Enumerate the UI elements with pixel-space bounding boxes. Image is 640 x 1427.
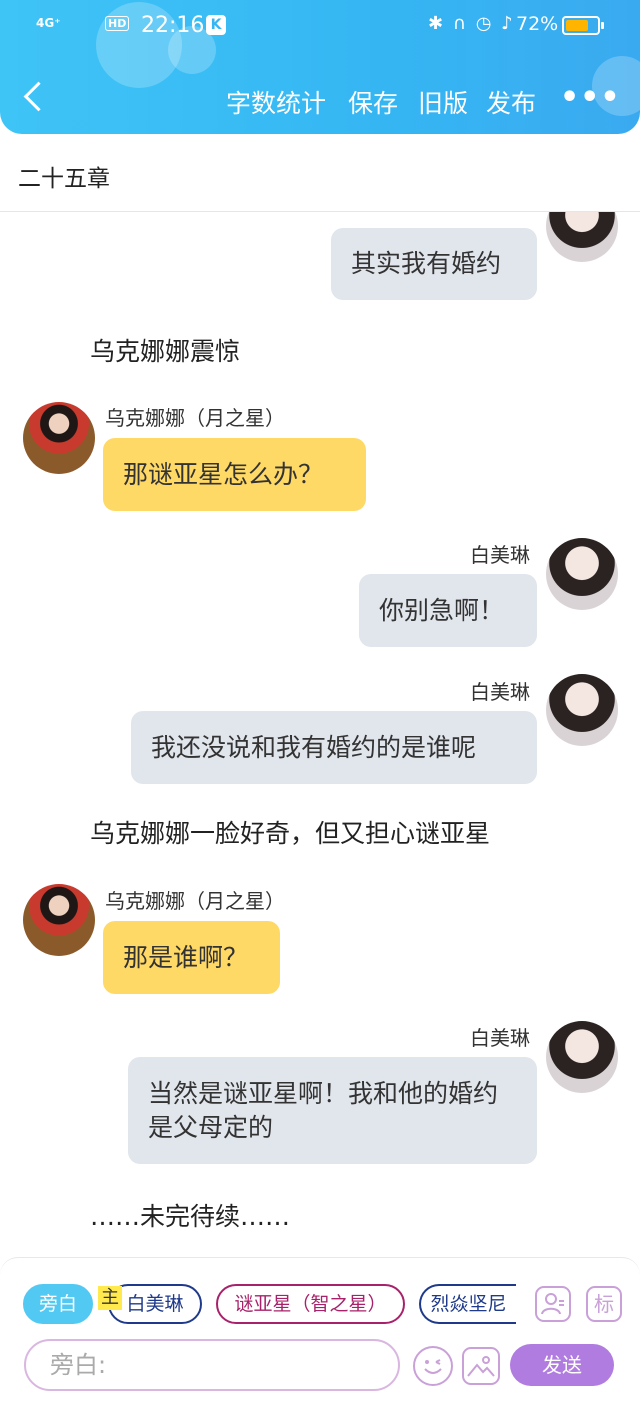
character-manage-icon[interactable] bbox=[535, 1286, 571, 1322]
message-bubble[interactable]: 你别急啊！ bbox=[359, 574, 537, 647]
message-bubble[interactable]: 当然是谜亚星啊！我和他的婚约是父母定的 bbox=[128, 1057, 537, 1164]
k-app-icon: K bbox=[206, 15, 226, 35]
narration-text[interactable]: 乌克娜娜一脸好奇，但又担心谜亚星 bbox=[90, 814, 490, 850]
avatar[interactable] bbox=[23, 402, 95, 474]
chapter-title[interactable]: 二十五章 bbox=[18, 159, 110, 193]
speaker-name: 乌克娜娜（月之星） bbox=[105, 889, 285, 913]
save-button[interactable]: 保存 bbox=[348, 84, 398, 120]
back-arrow-icon[interactable] bbox=[18, 78, 52, 118]
image-icon[interactable] bbox=[462, 1347, 500, 1385]
role-chip-lie-yan[interactable]: 烈焱坚尼 bbox=[419, 1284, 516, 1324]
status-icons: ✱ ∩ ◷ ♪ bbox=[428, 13, 515, 34]
message-bubble[interactable]: 其实我有婚约 bbox=[331, 228, 537, 300]
chat-area[interactable]: 其实我有婚约 乌克娜娜震惊 乌克娜娜（月之星） 那谜亚星怎么办？ 白美琳 你别急… bbox=[0, 212, 640, 1257]
avatar[interactable] bbox=[546, 538, 618, 610]
battery-percent: 72% bbox=[516, 13, 559, 35]
user-icon bbox=[541, 1293, 564, 1315]
tag-button[interactable]: 标 bbox=[586, 1286, 622, 1322]
narration-text[interactable]: ……未完待续…… bbox=[90, 1197, 290, 1233]
speaker-name: 白美琳 bbox=[470, 680, 530, 704]
signal-icon: 4G⁺ bbox=[36, 16, 61, 30]
speaker-name: 乌克娜娜（月之星） bbox=[105, 406, 285, 430]
speaker-name: 白美琳 bbox=[470, 543, 530, 567]
battery-nub bbox=[601, 22, 604, 29]
hd-icon: HD bbox=[105, 16, 130, 31]
emoji-icon[interactable] bbox=[413, 1346, 453, 1386]
avatar[interactable] bbox=[23, 884, 95, 956]
smile-icon bbox=[424, 1359, 442, 1374]
more-options-icon[interactable]: ••• bbox=[560, 83, 620, 114]
avatar[interactable] bbox=[546, 212, 618, 262]
message-bubble[interactable]: 那是谁啊？ bbox=[103, 921, 280, 994]
battery-icon bbox=[562, 16, 604, 35]
battery-fill bbox=[566, 20, 588, 31]
word-count-button[interactable]: 字数统计 bbox=[226, 84, 326, 120]
role-chip-bai-meilin[interactable]: 白美琳 bbox=[108, 1284, 202, 1324]
send-button[interactable]: 发送 bbox=[510, 1344, 614, 1386]
publish-button[interactable]: 发布 bbox=[486, 84, 536, 120]
message-bubble[interactable]: 我还没说和我有婚约的是谁呢 bbox=[131, 711, 537, 784]
clock: 22:16 bbox=[141, 13, 205, 38]
message-input[interactable]: 旁白: bbox=[24, 1339, 400, 1391]
avatar[interactable] bbox=[546, 1021, 618, 1093]
role-chip-mi-yaxing[interactable]: 谜亚星（智之星） bbox=[216, 1284, 405, 1324]
status-bar: 4G⁺ HD 22:16 K ✱ ∩ ◷ ♪ 72% bbox=[0, 10, 640, 42]
old-version-button[interactable]: 旧版 bbox=[418, 84, 468, 120]
chapter-bar: 二十五章 bbox=[0, 134, 640, 212]
role-chip-narrator[interactable]: 旁白 bbox=[23, 1284, 93, 1324]
narration-text[interactable]: 乌克娜娜震惊 bbox=[90, 332, 240, 368]
picture-icon bbox=[467, 1356, 495, 1377]
message-bubble[interactable]: 那谜亚星怎么办？ bbox=[103, 438, 366, 511]
speaker-name: 白美琳 bbox=[470, 1026, 530, 1050]
app-header: 4G⁺ HD 22:16 K ✱ ∩ ◷ ♪ 72% 字数统计 保存 旧版 发布… bbox=[0, 0, 640, 134]
avatar[interactable] bbox=[546, 674, 618, 746]
main-character-tag: 主 bbox=[98, 1286, 122, 1310]
